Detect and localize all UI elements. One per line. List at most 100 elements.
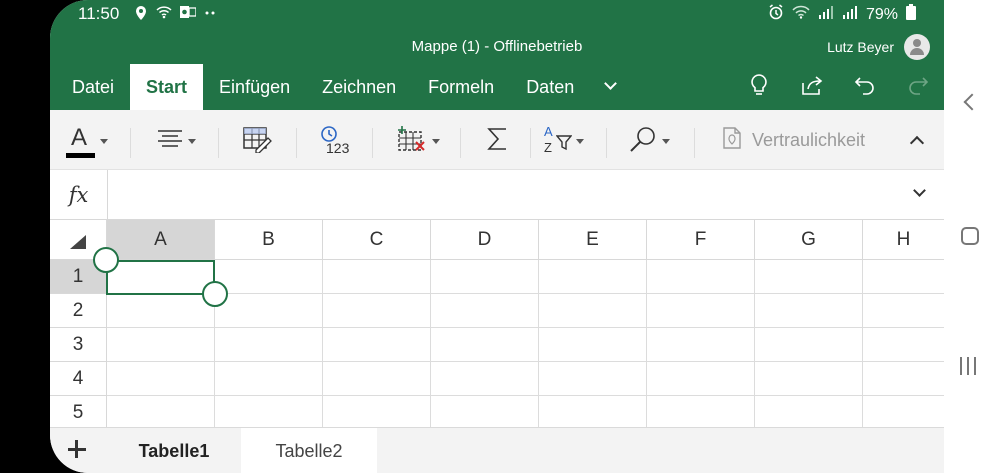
- add-sheet-button[interactable]: [64, 436, 92, 464]
- sum-icon: [486, 126, 510, 157]
- divider: [218, 128, 219, 158]
- cell-e1[interactable]: [539, 260, 647, 294]
- column-header-c[interactable]: C: [323, 220, 431, 260]
- undo-button[interactable]: [838, 64, 891, 110]
- cell-a2[interactable]: [107, 294, 215, 328]
- cell-f4[interactable]: [647, 362, 755, 396]
- status-right: 79%: [768, 4, 916, 25]
- sensitivity-button[interactable]: Vertraulichkeit: [722, 126, 865, 155]
- document-title: Mappe (1) - Offlinebetrieb: [411, 38, 583, 55]
- find-button[interactable]: [628, 124, 670, 158]
- number-format-button[interactable]: 123: [320, 124, 352, 158]
- cell-g2[interactable]: [755, 294, 863, 328]
- autosum-button[interactable]: [486, 124, 510, 158]
- share-button[interactable]: [785, 64, 838, 110]
- row-header-3[interactable]: 3: [50, 328, 107, 362]
- column-header-b[interactable]: B: [215, 220, 323, 260]
- recent-apps-icon[interactable]: [960, 357, 976, 375]
- tab-zeichnen[interactable]: Zeichnen: [306, 64, 412, 110]
- delete-cells-button[interactable]: [396, 124, 440, 158]
- cell-f1[interactable]: [647, 260, 755, 294]
- row-header-4[interactable]: 4: [50, 362, 107, 396]
- align-button[interactable]: [156, 124, 196, 158]
- cell-f5[interactable]: [647, 396, 755, 427]
- column-header-f[interactable]: F: [647, 220, 755, 260]
- sensitivity-label: Vertraulichkeit: [752, 130, 866, 150]
- column-header-e[interactable]: E: [539, 220, 647, 260]
- expand-formula-bar-button[interactable]: [913, 184, 926, 197]
- cell-f2[interactable]: [647, 294, 755, 328]
- sort-filter-button[interactable]: A Z: [542, 124, 584, 158]
- account-button[interactable]: Lutz Beyer: [827, 34, 930, 60]
- tab-formeln[interactable]: Formeln: [412, 64, 510, 110]
- cell-c4[interactable]: [323, 362, 431, 396]
- cell-a4[interactable]: [107, 362, 215, 396]
- selection-handle-top-left[interactable]: [93, 247, 119, 273]
- cell-a3[interactable]: [107, 328, 215, 362]
- cell-b3[interactable]: [215, 328, 323, 362]
- formula-input[interactable]: [110, 170, 900, 219]
- home-icon[interactable]: [961, 227, 979, 245]
- cell-b5[interactable]: [215, 396, 323, 427]
- format-table-icon: [242, 125, 272, 158]
- cell-d3[interactable]: [431, 328, 539, 362]
- worksheet-grid[interactable]: A B C D E F G H 1 2 3 4 5: [50, 220, 944, 427]
- cell-g4[interactable]: [755, 362, 863, 396]
- cell-b2[interactable]: [215, 294, 323, 328]
- tab-einfuegen[interactable]: Einfügen: [203, 64, 306, 110]
- cell-b1[interactable]: [215, 260, 323, 294]
- sheet-tab-tabelle2[interactable]: Tabelle2: [241, 428, 377, 473]
- tab-daten[interactable]: Daten: [510, 64, 590, 110]
- cell-e4[interactable]: [539, 362, 647, 396]
- cell-e3[interactable]: [539, 328, 647, 362]
- format-cells-button[interactable]: [242, 124, 272, 158]
- cell-d1[interactable]: [431, 260, 539, 294]
- more-tabs-button[interactable]: [590, 64, 634, 110]
- collapse-ribbon-button[interactable]: [909, 135, 925, 151]
- cell-h3[interactable]: [863, 328, 944, 362]
- selection-handle-bottom-right[interactable]: [202, 281, 228, 307]
- column-header-a[interactable]: A: [107, 220, 215, 260]
- sheet-tab-tabelle1[interactable]: Tabelle1: [107, 428, 241, 473]
- caret-icon: [576, 138, 584, 144]
- column-header-g[interactable]: G: [755, 220, 863, 260]
- cell-c5[interactable]: [323, 396, 431, 427]
- cell-d5[interactable]: [431, 396, 539, 427]
- cell-b4[interactable]: [215, 362, 323, 396]
- number-format-label: 123: [326, 140, 350, 156]
- column-header-h[interactable]: H: [863, 220, 944, 260]
- cell-g1[interactable]: [755, 260, 863, 294]
- tab-start[interactable]: Start: [130, 64, 204, 110]
- selected-cell-a1[interactable]: [106, 260, 215, 295]
- cell-c3[interactable]: [323, 328, 431, 362]
- cell-c2[interactable]: [323, 294, 431, 328]
- tell-me-button[interactable]: [732, 64, 785, 110]
- cell-f3[interactable]: [647, 328, 755, 362]
- cell-e5[interactable]: [539, 396, 647, 427]
- cell-g5[interactable]: [755, 396, 863, 427]
- title-area: 11:50 79% Mappe (1) - Offlinebetrieb Lut…: [50, 0, 944, 110]
- ribbon-tabs: Datei Start Einfügen Zeichnen Formeln Da…: [50, 64, 634, 110]
- cell-g3[interactable]: [755, 328, 863, 362]
- lightbulb-icon: [749, 73, 769, 102]
- number-format-icon: 123: [320, 125, 352, 157]
- cell-e2[interactable]: [539, 294, 647, 328]
- cell-h5[interactable]: [863, 396, 944, 427]
- row-header-2[interactable]: 2: [50, 294, 107, 328]
- location-icon: [134, 5, 148, 24]
- column-header-d[interactable]: D: [431, 220, 539, 260]
- cell-d4[interactable]: [431, 362, 539, 396]
- cell-d2[interactable]: [431, 294, 539, 328]
- outlook-icon: [180, 5, 197, 24]
- cell-h2[interactable]: [863, 294, 944, 328]
- font-color-button[interactable]: A: [66, 124, 108, 158]
- row-header-5[interactable]: 5: [50, 396, 107, 427]
- tab-datei[interactable]: Datei: [50, 64, 130, 110]
- cell-h4[interactable]: [863, 362, 944, 396]
- cell-h1[interactable]: [863, 260, 944, 294]
- cell-c1[interactable]: [323, 260, 431, 294]
- back-icon[interactable]: [963, 93, 981, 111]
- cell-a5[interactable]: [107, 396, 215, 427]
- insert-function-button[interactable]: fx: [50, 170, 108, 219]
- redo-button[interactable]: [891, 64, 944, 110]
